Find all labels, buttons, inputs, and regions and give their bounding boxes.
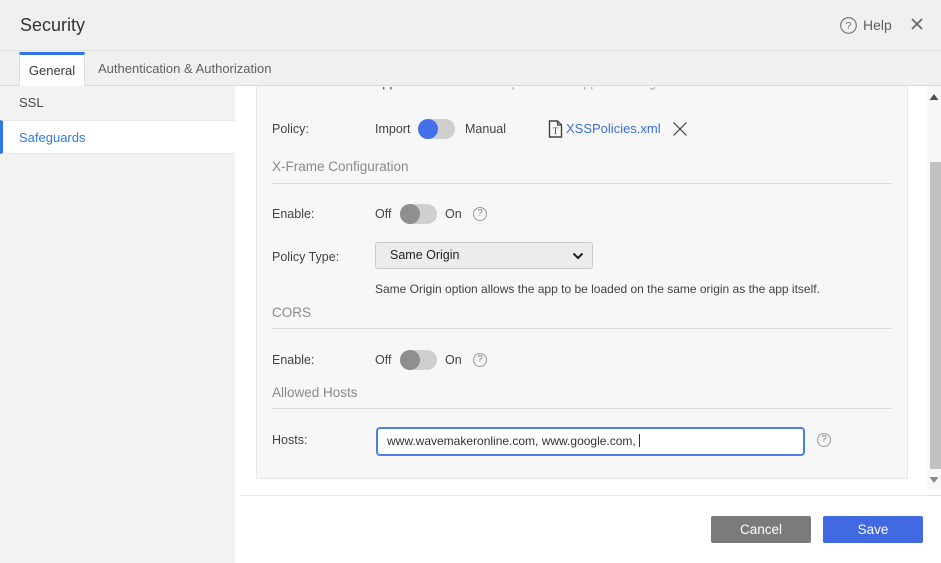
svg-text:?: ? — [846, 20, 852, 32]
svg-text:T: T — [553, 126, 559, 136]
